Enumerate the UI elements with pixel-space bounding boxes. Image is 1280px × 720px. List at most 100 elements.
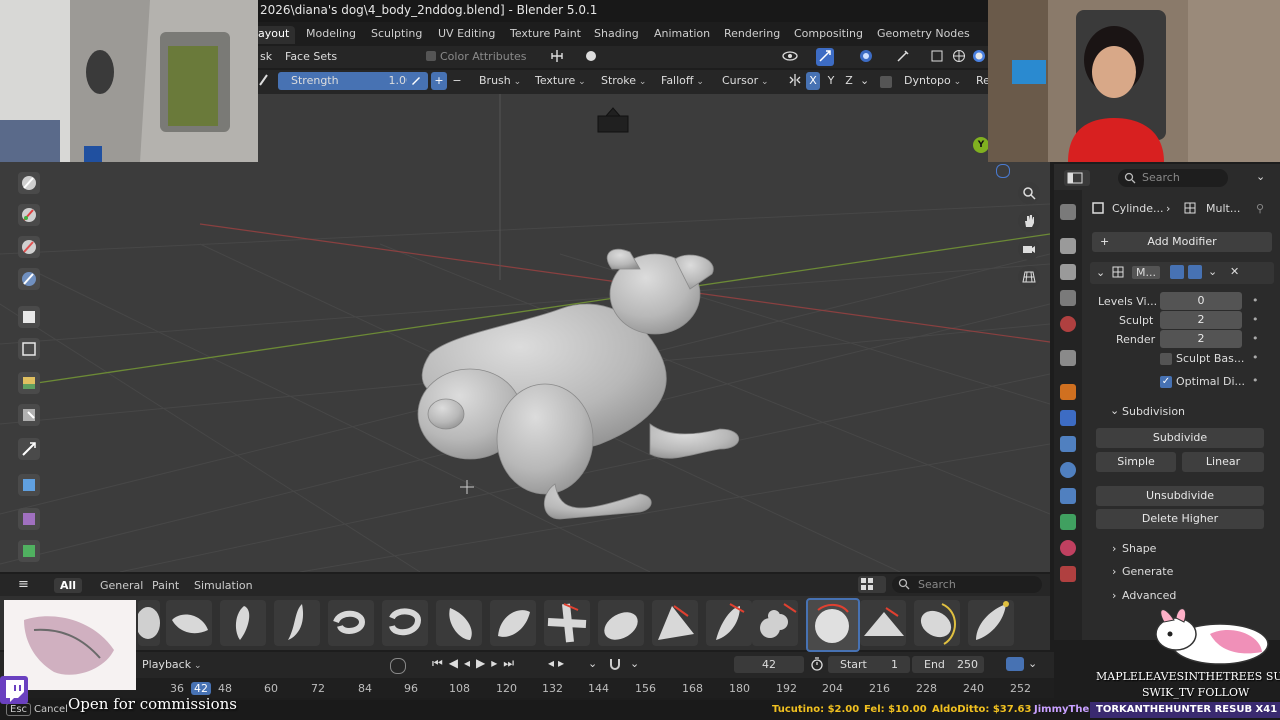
cloth-filter-icon[interactable] bbox=[18, 508, 40, 530]
tab-rendering[interactable]: Rendering bbox=[718, 26, 786, 44]
color-filter-icon[interactable] bbox=[18, 540, 40, 562]
object-properties-icon[interactable] bbox=[1060, 384, 1076, 400]
brush-thumb[interactable] bbox=[220, 600, 266, 646]
sculpt-base-mesh-checkbox[interactable] bbox=[1160, 353, 1172, 365]
brush-thumb[interactable] bbox=[138, 600, 160, 646]
breadcrumb-object[interactable]: Cylinde... bbox=[1112, 202, 1164, 215]
keyframe-dot-icon[interactable]: • bbox=[1252, 332, 1259, 345]
output-settings-icon[interactable] bbox=[1060, 264, 1076, 280]
perspective-grid-icon[interactable] bbox=[1018, 266, 1040, 288]
timeline-view-toggle-icon[interactable] bbox=[1006, 657, 1024, 671]
shelf-tab-general[interactable]: General bbox=[100, 579, 143, 592]
remove-modifier-close-icon[interactable]: ✕ bbox=[1230, 265, 1239, 278]
box-face-set-icon[interactable] bbox=[18, 372, 40, 394]
zoom-icon[interactable] bbox=[1018, 182, 1040, 204]
symmetry-dropdown[interactable] bbox=[550, 48, 564, 66]
show-render-icon[interactable] bbox=[1188, 265, 1202, 279]
shelf-display-grid-icon[interactable] bbox=[858, 576, 886, 593]
render-settings-icon[interactable] bbox=[1060, 238, 1076, 254]
keyframe-dot-icon[interactable]: • bbox=[1252, 313, 1259, 326]
keyframe-dot-icon[interactable]: • bbox=[1252, 374, 1259, 387]
solid-shading-icon[interactable] bbox=[972, 48, 986, 66]
auto-keying-icon[interactable] bbox=[390, 658, 406, 674]
simple-button[interactable]: Simple bbox=[1096, 452, 1176, 472]
wireframe-shading-icon[interactable] bbox=[930, 48, 944, 66]
texture-tab-icon[interactable] bbox=[1060, 566, 1076, 582]
brush-thumb[interactable] bbox=[436, 600, 482, 646]
options-chevron-icon[interactable]: ⌄ bbox=[1256, 170, 1265, 183]
shape-section[interactable]: Shape bbox=[1122, 542, 1156, 555]
scene-icon[interactable] bbox=[1060, 316, 1076, 332]
pin-icon[interactable]: ⚲ bbox=[1256, 202, 1264, 215]
mask-brush-icon[interactable] bbox=[18, 236, 40, 258]
shading-dropdown[interactable] bbox=[584, 48, 598, 66]
stroke-menu[interactable]: Stroke bbox=[601, 72, 646, 90]
subdivide-button[interactable]: Subdivide bbox=[1096, 428, 1264, 448]
draw-brush-icon[interactable] bbox=[18, 172, 40, 194]
advanced-section[interactable]: Advanced bbox=[1122, 589, 1176, 602]
snap-chevron-icon[interactable]: ⌄ bbox=[630, 657, 639, 670]
tab-shading[interactable]: Shading bbox=[588, 26, 645, 44]
tab-uv-editing[interactable]: UV Editing bbox=[432, 26, 501, 44]
data-mesh-icon[interactable] bbox=[1060, 514, 1076, 530]
modifier-name-field[interactable]: M... bbox=[1132, 266, 1160, 279]
brush-thumb-selected[interactable] bbox=[806, 598, 860, 652]
mirror-x-toggle[interactable]: X bbox=[806, 72, 820, 90]
snap-magnet-icon[interactable] bbox=[608, 657, 624, 671]
brush-thumb[interactable] bbox=[752, 600, 798, 646]
tab-animation[interactable]: Animation bbox=[648, 26, 716, 44]
brush-thumb[interactable] bbox=[544, 600, 590, 646]
current-frame-field[interactable]: 42 bbox=[734, 656, 804, 673]
editor-type-icon[interactable] bbox=[1064, 170, 1090, 186]
paint-brush-icon[interactable] bbox=[18, 204, 40, 226]
shelf-tab-simulation[interactable]: Simulation bbox=[194, 579, 253, 592]
gizmo-z-axis-icon[interactable] bbox=[996, 164, 1010, 178]
brush-thumb[interactable] bbox=[652, 600, 698, 646]
playhead-frame[interactable]: 42 bbox=[191, 682, 211, 695]
tool-settings-icon[interactable] bbox=[1060, 204, 1076, 220]
dyntopo-menu[interactable]: Dyntopo bbox=[904, 72, 961, 90]
brush-thumb[interactable] bbox=[328, 600, 374, 646]
stopwatch-icon[interactable] bbox=[810, 657, 824, 674]
overlay-toggle-icon[interactable] bbox=[858, 48, 874, 66]
subtract-mode-button[interactable]: − bbox=[449, 72, 465, 90]
shelf-tab-paint[interactable]: Paint bbox=[152, 579, 179, 592]
color-attributes-menu[interactable]: Color Attributes bbox=[426, 48, 527, 66]
material-icon[interactable] bbox=[1060, 540, 1076, 556]
tab-texture-paint[interactable]: Texture Paint bbox=[504, 26, 587, 44]
pan-hand-icon[interactable] bbox=[1018, 210, 1040, 232]
box-mask-icon[interactable] bbox=[18, 306, 40, 328]
world-icon[interactable] bbox=[1060, 350, 1076, 366]
view-layer-icon[interactable] bbox=[1060, 290, 1076, 306]
shelf-menu-icon[interactable]: ≡ bbox=[18, 577, 29, 592]
properties-search-input[interactable]: Search bbox=[1118, 169, 1228, 187]
brush-thumb[interactable] bbox=[490, 600, 536, 646]
texture-menu[interactable]: Texture bbox=[535, 72, 586, 90]
modifier-wrench-tab-icon[interactable] bbox=[1060, 410, 1076, 426]
add-mode-button[interactable]: + bbox=[431, 72, 447, 90]
subdivision-chevron-icon[interactable]: ⌄ bbox=[1110, 404, 1119, 417]
keyframe-dot-icon[interactable]: • bbox=[1252, 351, 1259, 364]
end-frame-field[interactable]: End 250 bbox=[912, 656, 984, 673]
box-trim-icon[interactable] bbox=[18, 404, 40, 426]
gizmo-toggle-icon[interactable] bbox=[816, 48, 834, 66]
cursor-menu[interactable]: Cursor bbox=[722, 72, 769, 90]
keyframe-dot-icon[interactable]: • bbox=[1252, 294, 1259, 307]
render-levels-field[interactable]: 2 bbox=[1160, 330, 1242, 348]
brush-thumb[interactable] bbox=[860, 600, 906, 646]
breadcrumb-modifier[interactable]: Mult... bbox=[1206, 202, 1240, 215]
face-sets-menu[interactable]: Face Sets bbox=[285, 48, 337, 66]
particles-icon[interactable] bbox=[1060, 436, 1076, 452]
tab-compositing[interactable]: Compositing bbox=[788, 26, 869, 44]
mirror-y-toggle[interactable]: Y bbox=[824, 72, 838, 90]
solid-wire-shading-icon[interactable] bbox=[952, 48, 966, 66]
constraints-icon[interactable] bbox=[1060, 488, 1076, 504]
transport-controls[interactable]: ⏮◀◂▶▸⏭ bbox=[432, 656, 520, 671]
multires-modifier-header[interactable]: ⌄ M... ⌄ ✕ bbox=[1090, 262, 1274, 284]
advanced-chevron-icon[interactable]: › bbox=[1112, 589, 1116, 602]
levels-viewport-field[interactable]: 0 bbox=[1160, 292, 1242, 310]
generate-section[interactable]: Generate bbox=[1122, 565, 1173, 578]
unsubdivide-button[interactable]: Unsubdivide bbox=[1096, 486, 1264, 506]
start-frame-field[interactable]: Start 1 bbox=[828, 656, 910, 673]
face-set-brush-icon[interactable] bbox=[18, 268, 40, 290]
